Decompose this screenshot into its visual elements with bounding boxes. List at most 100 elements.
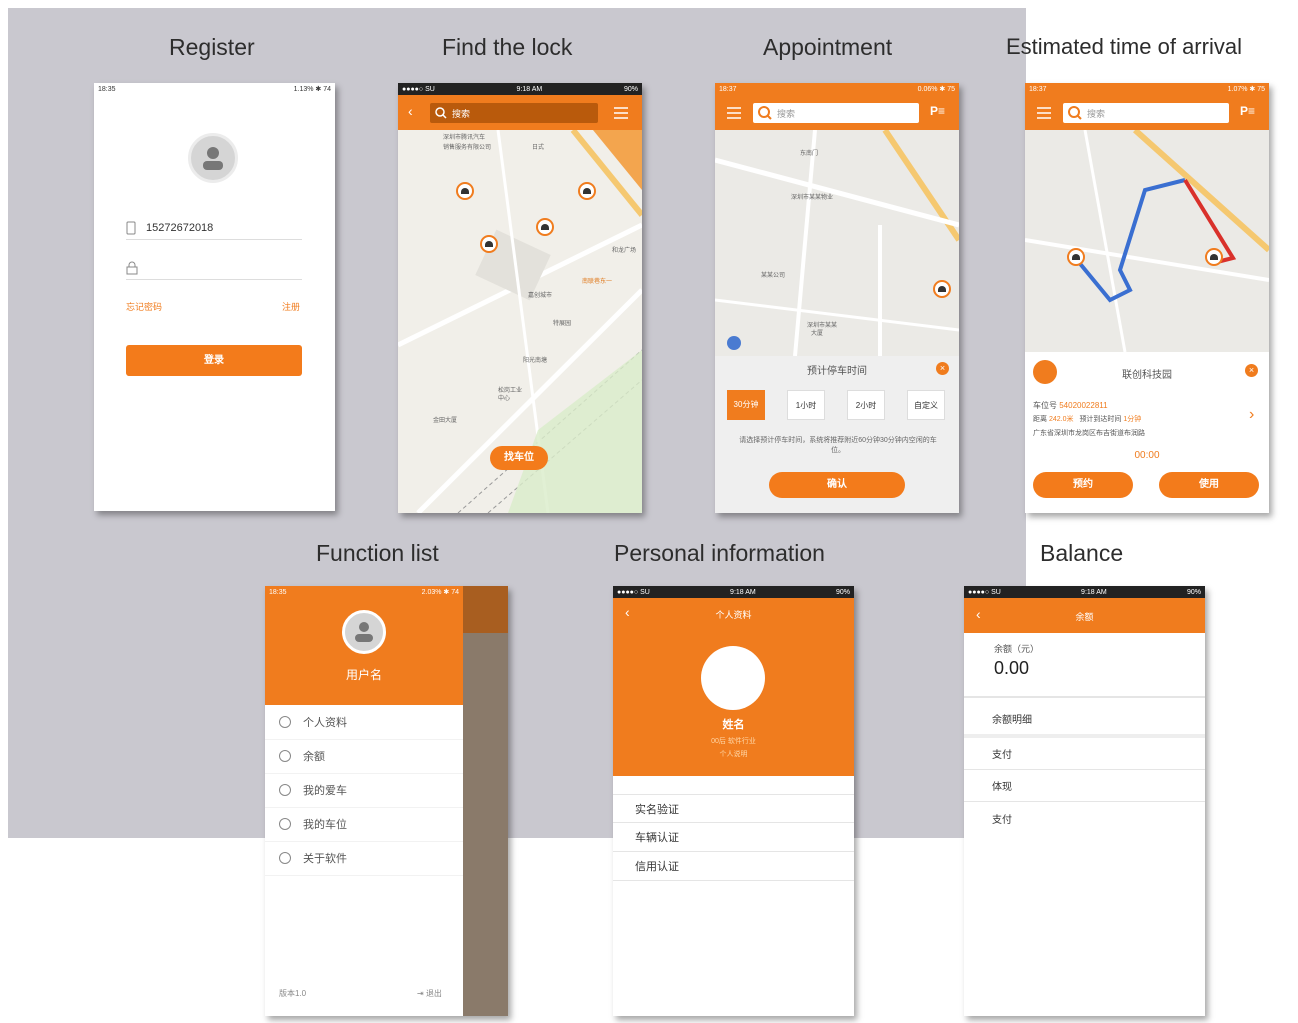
route-map [1025, 130, 1269, 352]
page-title: 个人资料 [715, 610, 752, 620]
logout-button[interactable]: ⇥ 退出 [417, 988, 442, 999]
menu-item-my-spot[interactable]: 我的车位 [265, 807, 463, 842]
status-battery: 90% [623, 85, 638, 93]
avatar[interactable] [342, 610, 386, 654]
menu-item-my-car[interactable]: 我的爱车 [265, 773, 463, 808]
nav-bar: ‹ 余额 [964, 598, 1205, 633]
locate-icon[interactable] [727, 336, 741, 350]
parking-lock-pin[interactable] [456, 182, 474, 200]
option-1hour[interactable]: 1小时 [787, 390, 825, 420]
map-label: 大厦 [811, 331, 824, 337]
map-behind [463, 586, 508, 1016]
spot-row: 车位号 54020022811 [1033, 400, 1108, 411]
menu-item-profile[interactable]: 个人资料 [265, 705, 463, 740]
status-time: 9:18 AM [730, 588, 756, 596]
menu-item-label: 我的爱车 [303, 785, 347, 797]
row-balance-detail[interactable]: 余额明细 [964, 702, 1205, 738]
back-icon[interactable]: ‹ [408, 103, 413, 119]
avatar[interactable] [701, 646, 765, 710]
search-input[interactable]: 搜索 [430, 103, 598, 123]
row-pay-2[interactable]: 支付 [964, 802, 1205, 834]
title-register: Register [169, 34, 255, 60]
reserve-button[interactable]: 预约 [1033, 472, 1133, 498]
avatar[interactable] [188, 133, 238, 183]
search-placeholder: 搜索 [777, 108, 796, 119]
use-button[interactable]: 使用 [1159, 472, 1259, 498]
lock-icon [126, 261, 138, 275]
map-label: 中心 [498, 396, 511, 402]
parking-time-panel: 预计停车时间 × 30分钟 1小时 2小时 自定义 请选择预计停车时间，系统将推… [715, 356, 959, 513]
search-placeholder: 搜索 [1087, 108, 1106, 119]
parking-icon [279, 818, 291, 830]
map-view[interactable] [1025, 130, 1269, 352]
row-real-name[interactable]: 实名验证 [613, 794, 854, 823]
status-indicators: 2.03% ✱ 74 [421, 589, 459, 596]
user-icon [203, 147, 223, 170]
timer: 00:00 [1134, 450, 1160, 461]
eta-screen: 18:37 1.07% ✱ 75 搜索 P≡ 联创科技园 × 车位号 54020… [1025, 83, 1269, 513]
status-time: 18:37 [719, 85, 737, 93]
parking-lock-pin[interactable] [1067, 248, 1085, 266]
option-2hour[interactable]: 2小时 [847, 390, 885, 420]
drawer: 18:35 2.03% ✱ 74 用户名 个人资料 余额 我的爱车 我的车位 关… [265, 586, 463, 1016]
parking-icon[interactable]: P≡ [930, 104, 945, 118]
status-time: 18:35 [269, 588, 287, 596]
menu-item-about[interactable]: 关于软件 [265, 841, 463, 876]
distance-value: 242.0米 [1048, 416, 1074, 423]
chevron-right-icon[interactable]: › [1249, 406, 1254, 424]
arrival-value: 1分钟 [1123, 416, 1142, 423]
register-link[interactable]: 注册 [282, 300, 300, 313]
profile-sub1: 00后 软件行业 [711, 738, 756, 745]
confirm-button[interactable]: 确认 [769, 472, 905, 498]
search-input[interactable]: 搜索 [753, 103, 919, 123]
user-icon [279, 716, 291, 728]
function-list-screen: 18:35 2.03% ✱ 74 用户名 个人资料 余额 我的爱车 我的车位 关… [265, 586, 508, 1016]
balance-label: 余额（元） [994, 644, 1040, 654]
status-bar: 18:35 1.13% ✱ 74 [94, 83, 335, 95]
map-label: 销售服务有限公司 [443, 145, 492, 151]
nav-bar: 搜索 P≡ [1025, 95, 1269, 130]
status-bar: ●●●●○ SU 9:18 AM 90% [398, 83, 642, 95]
status-bar: ●●●●○ SU 9:18 AM 90% [964, 586, 1205, 598]
password-field[interactable] [126, 257, 302, 280]
menu-icon[interactable] [1037, 107, 1051, 119]
menu-item-label: 余额 [303, 751, 325, 763]
distance-row: 距离 242.0米 预计到达时间 1分钟 [1033, 414, 1141, 424]
close-icon[interactable]: × [1245, 364, 1258, 377]
search-placeholder: 搜索 [452, 108, 471, 119]
parking-lock-pin[interactable] [1205, 248, 1223, 266]
map-label: 深圳市某某物业 [791, 195, 834, 201]
option-30min[interactable]: 30分钟 [727, 390, 765, 420]
page-title: 余额 [1075, 612, 1094, 622]
parking-lock-pin[interactable] [578, 182, 596, 200]
status-time: 18:35 [98, 85, 116, 93]
find-spot-button[interactable]: 找车位 [490, 446, 548, 470]
map-view[interactable]: 东南门 深圳市某某 大厦 深圳市某某物业 某某公司 [715, 130, 959, 356]
search-icon [758, 106, 772, 120]
parking-icon[interactable]: P≡ [1240, 104, 1255, 118]
login-button[interactable]: 登录 [126, 345, 302, 376]
forgot-password-link[interactable]: 忘记密码 [126, 300, 162, 313]
phone-field[interactable]: 15272672018 [126, 217, 302, 240]
place-name: 联创科技园 [1122, 370, 1172, 381]
parking-lock-pin[interactable] [480, 235, 498, 253]
address: 广东省深圳市龙岗区布吉街道布润路 [1033, 430, 1145, 437]
close-icon[interactable]: × [936, 362, 949, 375]
user-icon [355, 622, 373, 642]
list-icon[interactable] [614, 107, 628, 119]
option-custom[interactable]: 自定义 [907, 390, 945, 420]
menu-item-label: 个人资料 [303, 717, 347, 729]
divider [964, 696, 1205, 698]
menu-item-balance[interactable]: 余额 [265, 739, 463, 774]
parking-lock-pin[interactable] [933, 280, 951, 298]
profile-header: ‹ 个人资料 姓名 00后 软件行业 个人说明 [613, 598, 854, 776]
menu-icon[interactable] [727, 107, 741, 119]
map-label: 东南门 [800, 151, 819, 157]
search-input[interactable]: 搜索 [1063, 103, 1229, 123]
parking-lock-pin[interactable] [536, 218, 554, 236]
map-view[interactable]: 深圳市腾讯汽车 销售服务有限公司 日式 和龙广场 南联巷东一 嘉创城市 特展园 … [398, 130, 642, 513]
row-pay[interactable]: 支付 [964, 738, 1205, 770]
row-vehicle-cert[interactable]: 车辆认证 [613, 823, 854, 852]
row-credit-cert[interactable]: 信用认证 [613, 852, 854, 881]
row-withdraw[interactable]: 体现 [964, 770, 1205, 802]
